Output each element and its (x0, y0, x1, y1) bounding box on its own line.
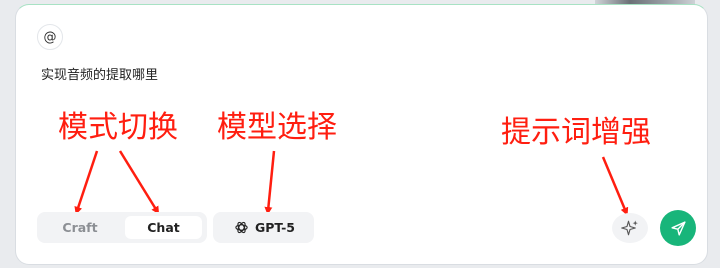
model-selector-button[interactable]: GPT-5 (213, 212, 314, 243)
mode-option-chat[interactable]: Chat (125, 216, 202, 239)
mode-option-craft[interactable]: Craft (43, 216, 117, 239)
mention-button[interactable]: @ (37, 24, 63, 50)
mode-toggle: Craft Chat (37, 212, 207, 243)
annotation-prompt-enhance: 提示词增强 (501, 115, 651, 150)
sparkle-icon (621, 220, 638, 236)
openai-icon (234, 220, 249, 235)
annotation-model-select: 模型选择 (217, 110, 337, 145)
send-icon (670, 220, 686, 236)
annotation-mode-switch: 模式切换 (58, 110, 178, 145)
at-icon: @ (43, 29, 57, 45)
prompt-enhance-button[interactable] (612, 213, 648, 243)
prompt-input[interactable]: 实现音频的提取哪里 (41, 64, 158, 83)
send-button[interactable] (660, 210, 696, 246)
model-label: GPT-5 (255, 220, 295, 235)
